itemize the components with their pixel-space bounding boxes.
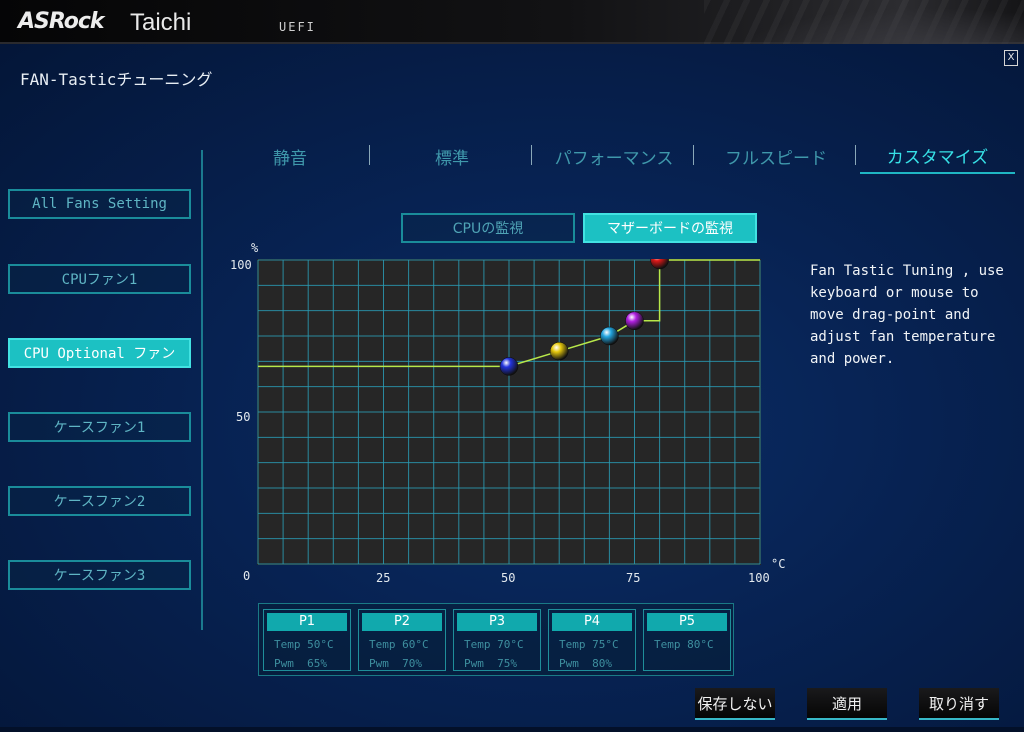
drag-point-p2[interactable] — [549, 341, 569, 361]
point-pwm: Pwm 80% — [559, 657, 612, 670]
cancel-button[interactable]: 取り消す — [919, 688, 999, 720]
point-card-p4: P4 Temp 75°C Pwm 80% — [548, 609, 636, 671]
fan-button-all-fans[interactable]: All Fans Setting — [8, 189, 191, 219]
tab-separator — [855, 145, 856, 165]
fan-button-cpu-fan1[interactable]: CPUファン1 — [8, 264, 191, 294]
motherboard-monitor-button[interactable]: マザーボードの監視 — [583, 213, 757, 243]
y-tick-label: 100 — [230, 258, 252, 272]
apply-button[interactable]: 適用 — [807, 688, 887, 720]
point-pwm: Pwm 65% — [274, 657, 327, 670]
footer-strip — [0, 727, 1024, 732]
point-temp: Temp 70°C — [464, 638, 524, 651]
title-bar: ASRock Taichi UEFI — [0, 0, 1024, 44]
point-name: P1 — [267, 613, 347, 631]
header-decoration — [704, 0, 1024, 44]
y-tick-label: 50 — [236, 410, 251, 424]
discard-button[interactable]: 保存しない — [695, 688, 775, 720]
fan-button-cpu-optional[interactable]: CPU Optional ファン — [8, 338, 191, 368]
fan-button-case-fan2[interactable]: ケースファン2 — [8, 486, 191, 516]
x-tick-label: 75 — [626, 571, 641, 585]
x-tick-label: 50 — [501, 571, 516, 585]
point-temp: Temp 50°C — [274, 638, 334, 651]
tab-full-speed[interactable]: フルスピード — [696, 138, 856, 174]
x-tick-label: 25 — [376, 571, 391, 585]
y-tick-label: 0 — [243, 569, 251, 583]
cpu-monitor-button[interactable]: CPUの監視 — [401, 213, 575, 243]
point-card-p3: P3 Temp 70°C Pwm 75% — [453, 609, 541, 671]
point-card-p2: P2 Temp 60°C Pwm 70% — [358, 609, 446, 671]
tab-standard[interactable]: 標準 — [372, 138, 532, 174]
tab-customize[interactable]: カスタマイズ — [860, 138, 1015, 174]
fan-curve-chart[interactable] — [257, 259, 761, 565]
point-card-p5: P5 Temp 80°C — [643, 609, 731, 671]
drag-point-p1[interactable] — [499, 357, 519, 376]
drag-point-p3[interactable] — [600, 326, 619, 346]
product-name: Taichi — [130, 9, 192, 36]
sidebar-divider — [201, 150, 203, 630]
brand-logo: ASRock — [18, 9, 105, 34]
x-unit-label: °C — [771, 557, 786, 571]
point-name: P5 — [647, 613, 727, 631]
point-name: P4 — [552, 613, 632, 631]
point-temp: Temp 80°C — [654, 638, 714, 651]
point-pwm: Pwm 75% — [464, 657, 517, 670]
close-button[interactable]: X — [1004, 50, 1018, 66]
point-name: P3 — [457, 613, 537, 631]
points-table: P1 Temp 50°C Pwm 65% P2 Temp 60°C Pwm 70… — [258, 603, 734, 676]
page-title: FAN-Tasticチューニング — [20, 70, 213, 89]
fan-button-case-fan3[interactable]: ケースファン3 — [8, 560, 191, 590]
fan-button-case-fan1[interactable]: ケースファン1 — [8, 412, 191, 442]
point-temp: Temp 60°C — [369, 638, 429, 651]
uefi-label: UEFI — [279, 20, 316, 34]
tab-silent[interactable]: 静音 — [210, 138, 370, 174]
tab-performance[interactable]: パフォーマンス — [534, 138, 694, 174]
y-unit-label: % — [251, 241, 259, 255]
tab-separator — [693, 145, 694, 165]
tab-separator — [369, 145, 370, 165]
point-name: P2 — [362, 613, 442, 631]
help-text: Fan Tastic Tuning , use keyboard or mous… — [810, 263, 1004, 367]
point-temp: Temp 75°C — [559, 638, 619, 651]
point-pwm: Pwm 70% — [369, 657, 422, 670]
point-card-p1: P1 Temp 50°C Pwm 65% — [263, 609, 351, 671]
tab-separator — [531, 145, 532, 165]
drag-point-p4[interactable] — [625, 311, 644, 331]
x-tick-label: 100 — [748, 571, 770, 585]
